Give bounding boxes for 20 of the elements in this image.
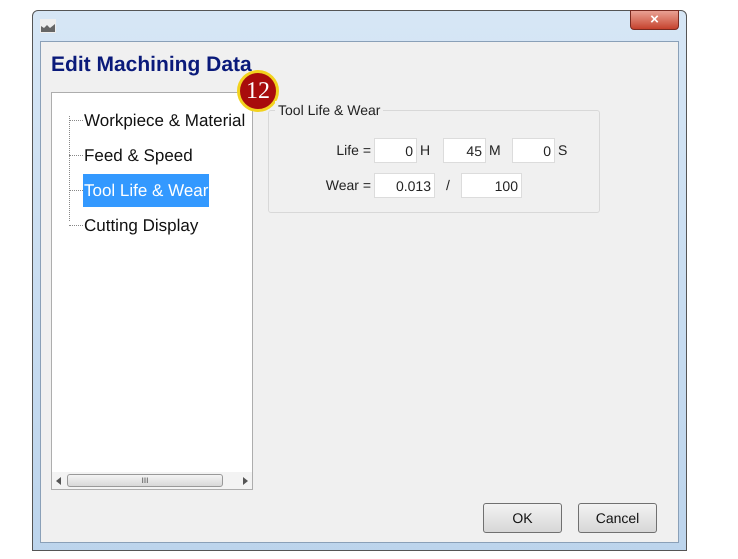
scroll-thumb[interactable]: III [67,474,223,487]
wear-label: Wear = [324,176,371,195]
unit-label: M [488,141,502,160]
wear-field[interactable]: 0.013 [374,173,435,198]
separator-label: / [445,176,451,195]
tree-item[interactable]: Feed & Speed [83,139,194,172]
seconds-field[interactable]: 0 [512,138,555,163]
unit-label: S [557,141,568,160]
minutes-field[interactable]: 45 [443,138,486,163]
hours-field[interactable]: 0 [374,138,417,163]
dialog-button[interactable]: OK [483,503,562,533]
dialog-button[interactable]: Cancel [578,503,657,533]
max-wear-field[interactable]: 100 [461,173,522,198]
life-label: Life = [335,141,371,160]
unit-label: H [419,141,432,160]
scroll-right-icon[interactable] [243,476,248,484]
tree-item[interactable]: Cutting Display [83,209,200,242]
scroll-left-icon[interactable] [56,476,61,484]
horizontal-scrollbar[interactable]: III [52,472,252,489]
app-icon [40,19,56,33]
